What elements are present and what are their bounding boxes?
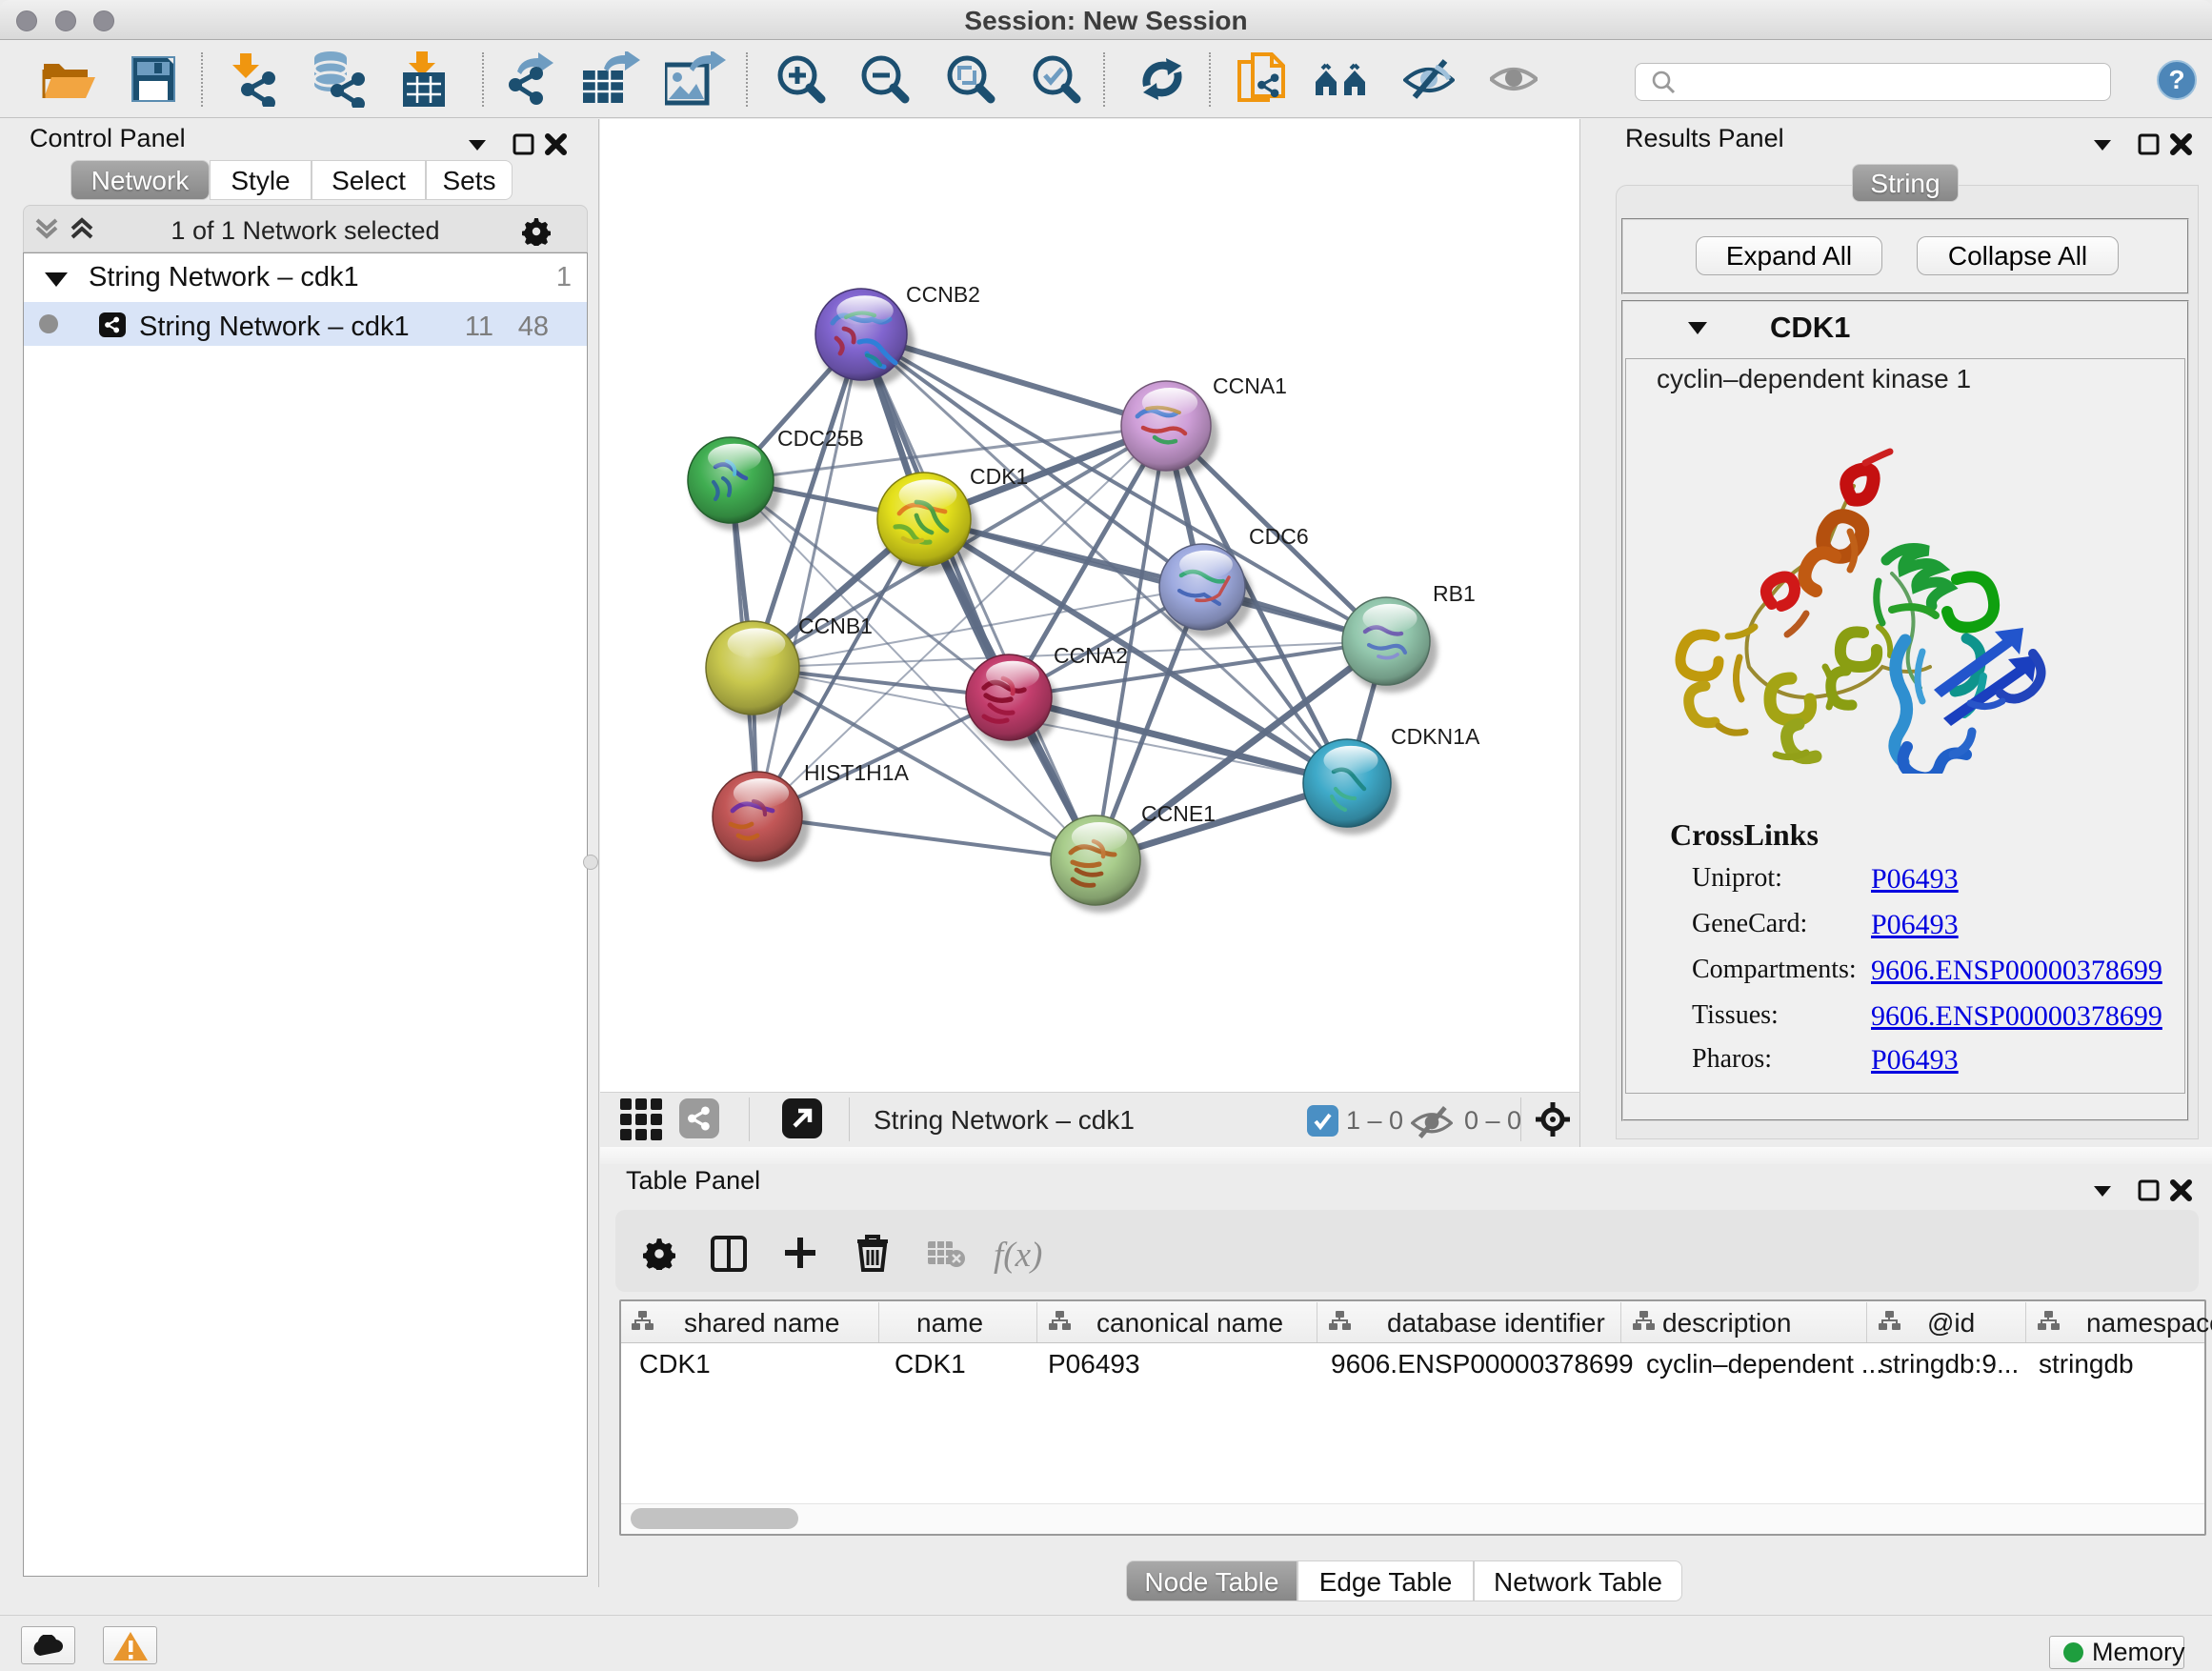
svg-text:HIST1H1A: HIST1H1A [804, 760, 910, 785]
svg-text:CCNE1: CCNE1 [1141, 801, 1216, 826]
svg-text:CCNB2: CCNB2 [906, 282, 980, 307]
svg-text:CDK1: CDK1 [970, 464, 1028, 489]
svg-text:CCNA1: CCNA1 [1213, 373, 1287, 398]
svg-text:CCNB1: CCNB1 [798, 614, 873, 638]
svg-text:?: ? [2168, 65, 2184, 94]
svg-text:CDC25B: CDC25B [777, 426, 864, 451]
svg-text:CDKN1A: CDKN1A [1391, 724, 1480, 749]
svg-text:CCNA2: CCNA2 [1054, 643, 1128, 668]
svg-text:RB1: RB1 [1433, 581, 1476, 606]
svg-text:CDC6: CDC6 [1249, 524, 1309, 549]
